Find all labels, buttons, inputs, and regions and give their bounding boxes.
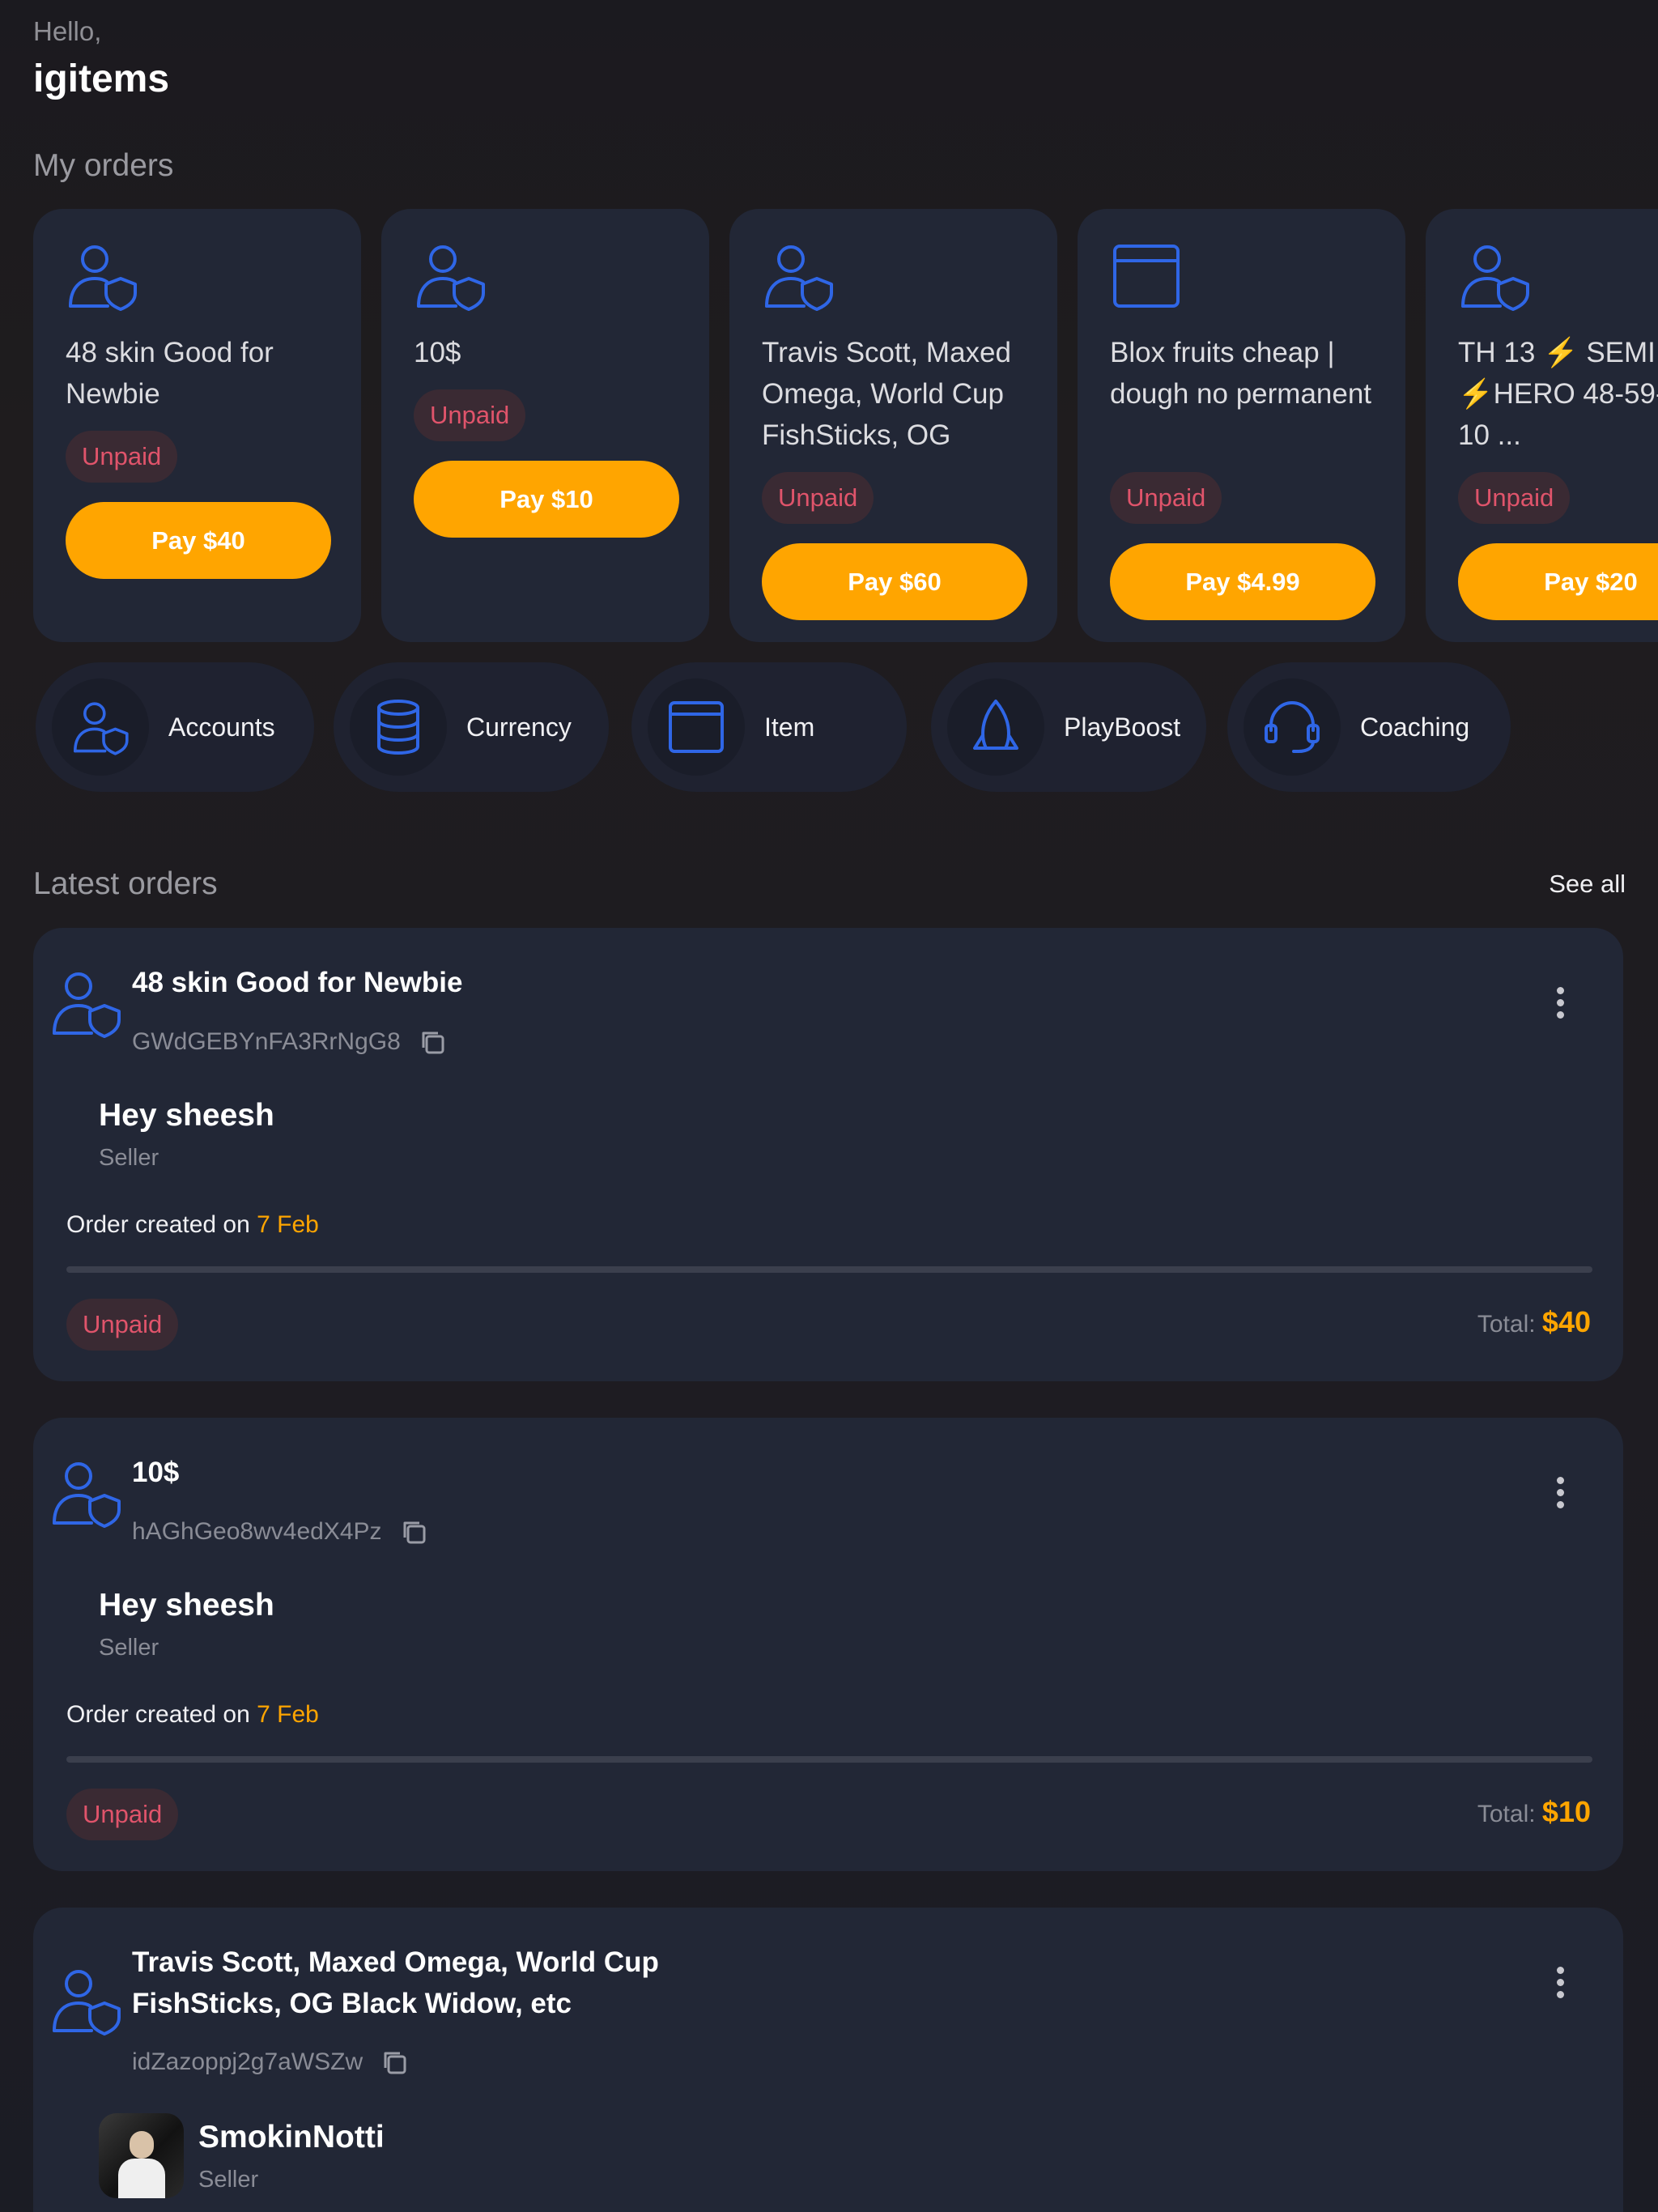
coin-stack-icon [350, 678, 447, 776]
order-title: 10$ [132, 1457, 180, 1488]
account-shield-icon [762, 241, 835, 311]
latest-order-card[interactable]: 10$ hAGhGeo8wv4edX4Pz Hey sheesh Seller … [33, 1418, 1623, 1871]
order-total: Total: $10 [1477, 1795, 1591, 1828]
category-accounts[interactable]: Accounts [36, 662, 314, 792]
order-id-row: idZazoppj2g7aWSZw [132, 2048, 408, 2076]
status-badge: Unpaid [66, 1789, 179, 1840]
order-id-row: hAGhGeo8wv4edX4Pz [132, 1518, 427, 1546]
latest-orders-title: Latest orders [33, 866, 218, 901]
my-order-card[interactable]: Blox fruits cheap | dough no permanent U… [1078, 209, 1405, 642]
category-item[interactable]: Item [631, 662, 907, 792]
order-progress-bar [66, 1266, 1592, 1273]
seller-name: Hey sheesh [99, 1098, 274, 1133]
latest-order-card[interactable]: 48 skin Good for Newbie GWdGEBYnFA3RrNgG… [33, 928, 1623, 1381]
account-shield-icon [49, 1966, 122, 2035]
order-date: 7 Feb [257, 1211, 319, 1238]
box-icon [1110, 241, 1183, 311]
pay-button[interactable]: Pay $40 [66, 502, 331, 579]
category-playboost[interactable]: PlayBoost [931, 662, 1206, 792]
order-progress-bar [66, 1756, 1592, 1763]
more-options-icon[interactable] [1545, 1474, 1575, 1513]
order-total-amount: $40 [1541, 1305, 1591, 1338]
order-created: Order created on 7 Feb [66, 1701, 319, 1728]
see-all-link[interactable]: See all [1549, 870, 1626, 899]
copy-icon[interactable] [380, 2048, 408, 2076]
order-title: 48 skin Good for Newbie [132, 967, 463, 998]
pay-button[interactable]: Pay $10 [414, 461, 679, 538]
order-id: hAGhGeo8wv4edX4Pz [132, 1518, 382, 1545]
seller-name: Hey sheesh [99, 1588, 274, 1623]
headset-icon [1244, 678, 1341, 776]
account-shield-icon [49, 1458, 122, 1528]
category-label: Coaching [1360, 712, 1470, 742]
account-shield-icon [52, 678, 149, 776]
latest-order-card[interactable]: Travis Scott, Maxed Omega, World Cup Fis… [33, 1908, 1623, 2212]
my-orders-carousel[interactable]: 48 skin Good for Newbie Unpaid Pay $40 1… [33, 209, 1658, 646]
app-screen: Hello, igitems My orders 48 skin Good fo… [0, 0, 1658, 2212]
category-coaching[interactable]: Coaching [1227, 662, 1511, 792]
my-orders-title: My orders [33, 148, 174, 183]
status-badge: Unpaid [762, 472, 874, 524]
pay-button[interactable]: Pay $4.99 [1110, 543, 1375, 620]
my-order-card[interactable]: 10$ Unpaid Pay $10 [381, 209, 709, 642]
more-options-icon[interactable] [1545, 985, 1575, 1023]
seller-role: Seller [198, 2167, 259, 2193]
category-label: Accounts [168, 712, 275, 742]
copy-icon[interactable] [419, 1028, 446, 1056]
my-order-card[interactable]: Travis Scott, Maxed Omega, World Cup Fis… [729, 209, 1057, 642]
order-title: 48 skin Good for Newbie [66, 337, 274, 410]
box-icon [648, 678, 745, 776]
status-badge: Unpaid [66, 431, 178, 483]
status-badge: Unpaid [414, 389, 526, 441]
pay-button[interactable]: Pay $60 [762, 543, 1027, 620]
more-options-icon[interactable] [1545, 1964, 1575, 2003]
rocket-icon [947, 678, 1044, 776]
status-badge: Unpaid [1110, 472, 1222, 524]
order-title: Blox fruits cheap | dough no permanent [1110, 337, 1372, 410]
seller-role: Seller [99, 1145, 159, 1171]
status-badge: Unpaid [66, 1299, 179, 1351]
order-total: Total: $40 [1477, 1305, 1591, 1338]
seller-role: Seller [99, 1635, 159, 1661]
greeting: Hello, [33, 16, 102, 46]
category-label: Item [764, 712, 815, 742]
account-shield-icon [66, 241, 138, 311]
copy-icon[interactable] [400, 1518, 427, 1546]
my-order-card[interactable]: 48 skin Good for Newbie Unpaid Pay $40 [33, 209, 361, 642]
username: igitems [33, 57, 170, 100]
order-title: 10$ [414, 337, 461, 368]
account-shield-icon [1458, 241, 1531, 311]
pay-button[interactable]: Pay $20 [1458, 543, 1658, 620]
account-shield-icon [414, 241, 487, 311]
order-id: GWdGEBYnFA3RrNgG8 [132, 1028, 401, 1055]
order-title: TH 13 ⚡ SEMI MAX ⚡HERO 48-59-25-10 ... [1458, 337, 1658, 451]
order-created: Order created on 7 Feb [66, 1211, 319, 1238]
order-id: idZazoppj2g7aWSZw [132, 2048, 363, 2075]
order-id-row: GWdGEBYnFA3RrNgG8 [132, 1028, 446, 1056]
order-title: Travis Scott, Maxed Omega, World Cup Fis… [132, 1946, 659, 2019]
my-order-card[interactable]: TH 13 ⚡ SEMI MAX ⚡HERO 48-59-25-10 ... U… [1426, 209, 1658, 642]
order-title: Travis Scott, Maxed Omega, World Cup Fis… [762, 337, 1011, 451]
seller-name: SmokinNotti [198, 2120, 385, 2155]
account-shield-icon [49, 968, 122, 1038]
category-currency[interactable]: Currency [334, 662, 609, 792]
order-date: 7 Feb [257, 1701, 319, 1728]
avatar [99, 2113, 184, 2198]
category-label: Currency [466, 712, 572, 742]
status-badge: Unpaid [1458, 472, 1571, 524]
category-label: PlayBoost [1064, 712, 1181, 742]
order-total-amount: $10 [1541, 1795, 1591, 1828]
